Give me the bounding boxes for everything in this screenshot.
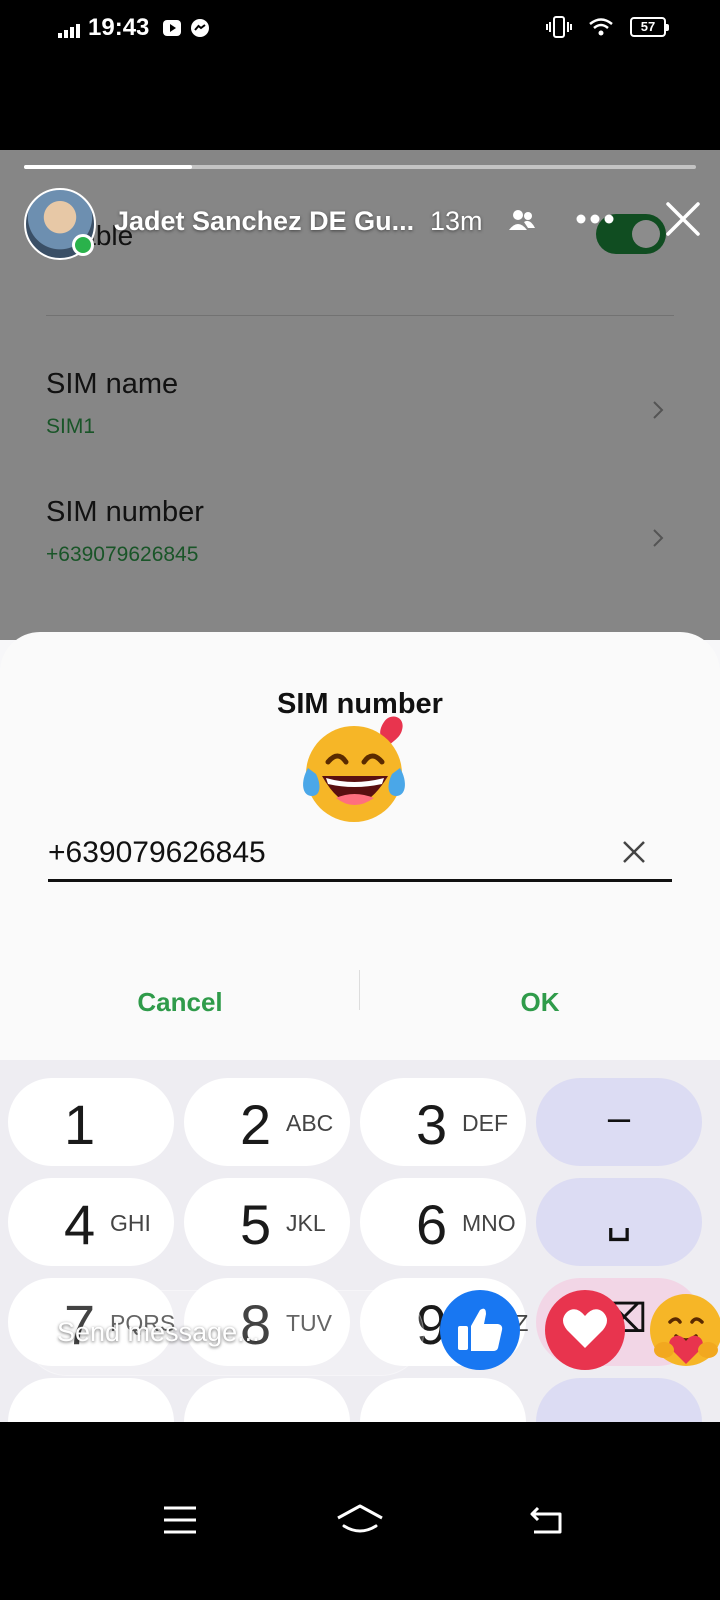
key-dash: –: [536, 1078, 702, 1166]
key-partial: [8, 1378, 174, 1422]
key-number: 4: [64, 1193, 96, 1256]
back-icon[interactable]: [526, 1500, 570, 1540]
thumbs-up-icon: [458, 1308, 503, 1351]
care-reaction-button[interactable]: [646, 1290, 720, 1370]
send-message-input[interactable]: Send message...: [24, 1290, 424, 1376]
story-viewer[interactable]: Enable SIM name SIM1 SIM number +6390796…: [0, 150, 720, 1422]
story-progress-bar: [24, 165, 696, 169]
key-letters: GHI: [110, 1210, 151, 1236]
heart-icon: [563, 1309, 607, 1348]
story-user-name[interactable]: Jadet Sanchez DE Gu...: [114, 206, 414, 237]
key-partial: [536, 1378, 702, 1422]
sim-number-input: +639079626845: [48, 832, 672, 882]
messenger-icon: [191, 19, 209, 37]
friends-audience-icon: [509, 210, 535, 230]
key-partial: [184, 1378, 350, 1422]
story-progress-fill: [24, 165, 192, 169]
ok-button: OK: [520, 987, 560, 1017]
battery-icon: 57: [630, 17, 669, 37]
story-header: Jadet Sanchez DE Gu... 13m: [24, 186, 704, 260]
key-5: 5 JKL: [184, 1178, 350, 1266]
cancel-button: Cancel: [137, 987, 223, 1017]
key-6: 6 MNO: [360, 1178, 526, 1266]
key-letters: JKL: [286, 1210, 326, 1236]
screen: 19:43 57 SIM name SIM1 SIM number +63907…: [0, 0, 720, 1600]
more-options-icon[interactable]: [576, 214, 614, 224]
love-reaction-button[interactable]: [545, 1290, 625, 1370]
key-number: 2: [240, 1093, 272, 1156]
status-bar: 19:43 57: [0, 0, 720, 60]
navigation-bar: [0, 1422, 720, 1600]
key-1: 1: [8, 1078, 174, 1166]
key-space: ␣: [536, 1178, 702, 1266]
key-2: 2 ABC: [184, 1078, 350, 1166]
key-letters: DEF: [462, 1110, 508, 1136]
key-symbol: ␣: [606, 1197, 632, 1241]
wifi-icon: [589, 18, 613, 36]
signal-icon: [58, 24, 80, 38]
send-message-placeholder: Send message...: [57, 1317, 260, 1347]
care-emoji-icon: [650, 1294, 720, 1366]
key-number: 6: [416, 1193, 448, 1256]
sim-number-input-value: +639079626845: [48, 836, 266, 869]
like-reaction-button[interactable]: [440, 1290, 520, 1370]
menu-icon[interactable]: [158, 1500, 202, 1540]
key-number: 1: [64, 1093, 96, 1156]
key-number: 5: [240, 1193, 272, 1256]
key-3: 3 DEF: [360, 1078, 526, 1166]
home-icon[interactable]: [334, 1500, 386, 1540]
battery-level: 57: [640, 19, 656, 34]
key-number: 3: [416, 1093, 448, 1156]
online-status-dot: [72, 234, 94, 256]
story-time-ago: 13m: [430, 206, 483, 236]
key-letters: ABC: [286, 1110, 334, 1136]
laughing-emoji-sticker: [303, 716, 405, 822]
key-symbol: –: [607, 1096, 631, 1140]
status-time: 19:43: [88, 14, 150, 41]
clear-icon: [623, 841, 645, 863]
youtube-icon: [163, 20, 181, 36]
vibrate-icon: [546, 16, 572, 38]
close-icon[interactable]: [664, 200, 702, 238]
key-letters: MNO: [462, 1210, 516, 1236]
key-4: 4 GHI: [8, 1178, 174, 1266]
key-partial: [360, 1378, 526, 1422]
